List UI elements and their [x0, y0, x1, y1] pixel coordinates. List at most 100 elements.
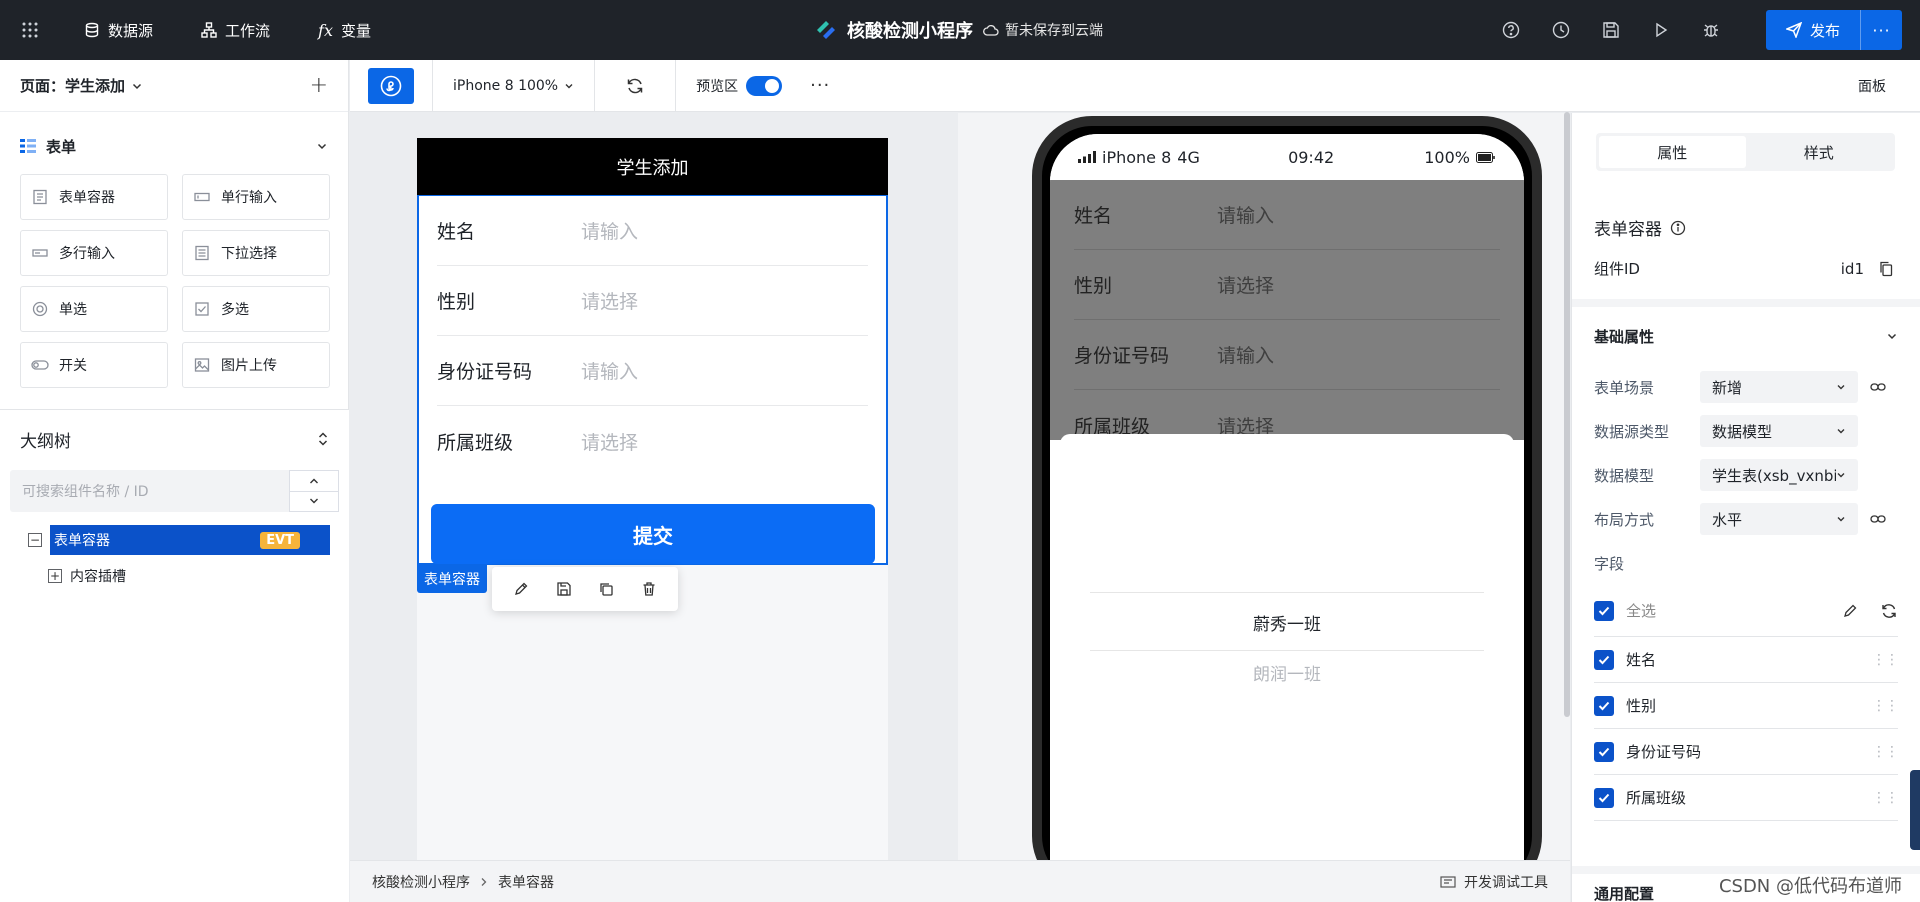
chevron-down-icon [1836, 514, 1846, 524]
help-icon[interactable] [1486, 0, 1536, 60]
canvas-scrollbar[interactable] [1564, 112, 1570, 717]
layout-select[interactable]: 水平 [1700, 503, 1858, 535]
sim-submit-button[interactable]: 提交 [431, 504, 875, 564]
sim-field-row[interactable]: 性别 请选择 [437, 266, 868, 336]
breadcrumb-component[interactable]: 表单容器 [498, 872, 554, 892]
search-next-button[interactable] [290, 490, 338, 512]
component-switch[interactable]: 开关 [20, 342, 168, 388]
drag-handle-icon[interactable]: ⋮⋮ [1872, 652, 1899, 668]
page-selector[interactable]: 页面：学生添加 [20, 75, 310, 96]
tab-properties[interactable]: 属性 [1599, 136, 1746, 168]
sim-field-placeholder[interactable]: 请选择 [581, 287, 638, 314]
sim-field-row[interactable]: 所属班级 请选择 [437, 406, 868, 476]
drag-handle-icon[interactable]: ⋮⋮ [1872, 790, 1899, 806]
edit-icon[interactable] [1842, 603, 1858, 619]
search-prev-button[interactable] [290, 471, 338, 491]
nav-datasource[interactable]: 数据源 [60, 0, 177, 60]
tree-node-label[interactable]: 表单容器 EVT [50, 525, 330, 555]
delete-icon[interactable] [641, 581, 657, 597]
copy-icon[interactable] [1878, 261, 1894, 277]
publish-button[interactable]: 发布 ··· [1765, 10, 1902, 50]
edit-icon[interactable] [513, 581, 529, 597]
phone-field-placeholder: 请输入 [1217, 345, 1275, 367]
publish-main[interactable]: 发布 [1766, 10, 1860, 50]
component-checkbox[interactable]: 多选 [182, 286, 330, 332]
prop-datasource-type: 数据源类型 数据模型 [1572, 409, 1920, 453]
component-form-container[interactable]: 表单容器 [20, 174, 168, 220]
section-basic-header[interactable]: 基础属性 [1572, 307, 1920, 365]
field-item[interactable]: 性别 ⋮⋮ [1594, 683, 1899, 729]
field-checkbox[interactable] [1594, 787, 1614, 808]
form-scene-select[interactable]: 新增 [1700, 371, 1858, 403]
sim-field-row[interactable]: 身份证号码 请输入 [437, 336, 868, 406]
prop-label: 数据模型 [1594, 466, 1655, 485]
data-model-select[interactable]: 学生表(xsb_vxnbi [1700, 459, 1858, 491]
sync-icon[interactable] [1880, 602, 1898, 620]
component-radio[interactable]: 单选 [20, 286, 168, 332]
copy-icon[interactable] [598, 581, 614, 597]
chevron-down-icon [131, 80, 143, 92]
miniprogram-button[interactable] [368, 67, 414, 104]
sim-field-placeholder[interactable]: 请选择 [581, 428, 638, 455]
radio-icon [31, 300, 49, 318]
field-item[interactable]: 所属班级 ⋮⋮ [1594, 775, 1899, 821]
sim-field-placeholder[interactable]: 请输入 [581, 217, 638, 244]
component-image-upload[interactable]: 图片上传 [182, 342, 330, 388]
picker-option[interactable]: 朗润一班 [1060, 660, 1514, 685]
datasource-type-select[interactable]: 数据模型 [1700, 415, 1858, 447]
component-dropdown[interactable]: 下拉选择 [182, 230, 330, 276]
sim-form-container[interactable]: 姓名 请输入 性别 请选择 身份证号码 请输入 所属班级 请选择 提交 [417, 195, 888, 565]
publish-more-button[interactable]: ··· [1860, 10, 1902, 50]
outline-search-input[interactable]: 可搜索组件名称 / ID [10, 470, 289, 512]
save-template-icon[interactable] [556, 581, 572, 597]
sim-field-row[interactable]: 姓名 请输入 [437, 196, 868, 266]
select-all-checkbox[interactable] [1594, 600, 1614, 621]
history-icon[interactable] [1536, 0, 1586, 60]
phone-status-bar: iPhone 8 4G 09:42 100% [1050, 134, 1524, 180]
apps-grid-icon[interactable] [0, 0, 60, 60]
component-single-input[interactable]: 单行输入 [182, 174, 330, 220]
field-checkbox[interactable] [1594, 741, 1614, 762]
nav-variables[interactable]: fx 变量 [294, 0, 395, 60]
tree-node-form-container[interactable]: − 表单容器 EVT [28, 524, 349, 556]
preview-switch[interactable] [746, 75, 783, 96]
prop-form-scene: 表单场景 新增 [1572, 365, 1920, 409]
phone-field-row: 身份证号码 请输入 [1074, 320, 1500, 390]
phone-field-label: 性别 [1074, 275, 1113, 297]
more-options-icon[interactable]: ··· [810, 75, 830, 96]
sim-field-placeholder[interactable]: 请输入 [581, 357, 638, 384]
devtools-button[interactable]: 开发调试工具 [1440, 872, 1548, 892]
side-floating-tab[interactable] [1910, 770, 1920, 850]
properties-panel: 属性 样式 表单容器 组件ID id1 基础属性 表单场景 新增 数据源类型 数… [1571, 113, 1920, 902]
field-checkbox[interactable] [1594, 649, 1614, 670]
database-icon [84, 22, 100, 38]
devtools-label: 开发调试工具 [1464, 874, 1548, 891]
expand-node-icon[interactable]: + [48, 569, 62, 583]
field-checkbox[interactable] [1594, 695, 1614, 716]
tab-styles[interactable]: 样式 [1746, 136, 1893, 168]
component-group-header[interactable]: 表单 [20, 112, 328, 174]
drag-handle-icon[interactable]: ⋮⋮ [1872, 744, 1899, 760]
nav-workflow-label: 工作流 [225, 21, 271, 40]
run-icon[interactable] [1636, 0, 1686, 60]
bind-link-icon[interactable] [1870, 382, 1886, 392]
field-item[interactable]: 姓名 ⋮⋮ [1594, 637, 1899, 683]
panel-toggle[interactable]: 面板 [1858, 76, 1886, 96]
save-icon[interactable] [1586, 0, 1636, 60]
top-actions: 发布 ··· [1486, 0, 1920, 60]
add-page-button[interactable]: + [310, 73, 328, 98]
refresh-button[interactable] [595, 76, 675, 96]
picker-option-selected[interactable]: 蔚秀一班 [1060, 610, 1514, 635]
component-multi-input[interactable]: 多行输入 [20, 230, 168, 276]
drag-handle-icon[interactable]: ⋮⋮ [1872, 698, 1899, 714]
nav-workflow[interactable]: 工作流 [177, 0, 294, 60]
collapse-toggle-icon[interactable] [317, 431, 329, 447]
breadcrumb-app[interactable]: 核酸检测小程序 [372, 872, 470, 892]
field-item[interactable]: 身份证号码 ⋮⋮ [1594, 729, 1899, 775]
bind-link-icon[interactable] [1870, 514, 1886, 524]
collapse-node-icon[interactable]: − [28, 533, 42, 547]
debug-icon[interactable] [1686, 0, 1736, 60]
device-selector[interactable]: iPhone 8 100% [433, 78, 594, 94]
info-icon[interactable] [1670, 220, 1686, 236]
tree-node-content-slot[interactable]: + 内容插槽 [28, 560, 349, 592]
